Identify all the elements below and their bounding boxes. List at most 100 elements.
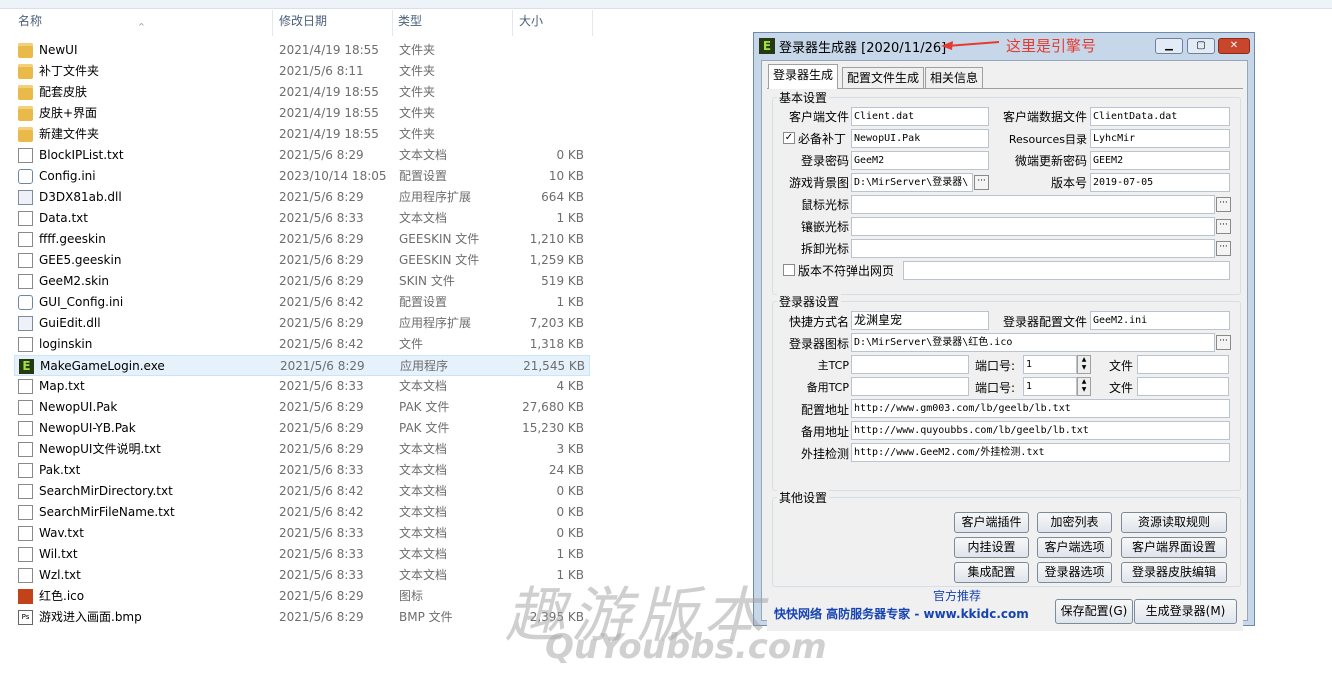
background-input[interactable]: D:\MirServer\登录器\ [851,173,973,192]
file-row[interactable]: Map.txt 2021/5/6 8:33 文本文档 4 KB [14,376,590,397]
integration-config-button[interactable]: 集成配置 [954,562,1029,583]
password-input[interactable]: GeeM2 [851,151,989,170]
save-config-button[interactable]: 保存配置(G) [1055,599,1133,624]
file-icon [18,274,33,289]
inlay-cursor-browse-button[interactable]: ··· [1216,219,1231,234]
file-type: PAK 文件 [399,421,450,435]
file-type: 应用程序扩展 [399,316,472,330]
mouse-cursor-browse-button[interactable]: ··· [1216,197,1231,212]
minimize-button[interactable]: ▁ [1155,38,1183,54]
file-row[interactable]: GuiEdit.dll 2021/5/6 8:29 应用程序扩展 7,203 KB [14,313,590,334]
file-row[interactable]: GeeM2.skin 2021/5/6 8:29 SKIN 文件 519 KB [14,271,590,292]
launcher-icon-input[interactable]: D:\MirServer\登录器\红色.ico [851,333,1215,352]
file-row[interactable]: NewopUI.Pak 2021/5/6 8:29 PAK 文件 27,680 KB [14,397,590,418]
cheat-check-input[interactable]: http://www.GeeM2.com/外挂检测.txt [851,443,1230,462]
backup-url-input[interactable]: http://www.quyoubbs.com/lb/geelb/lb.txt [851,421,1230,440]
close-button[interactable]: ✕ [1218,38,1250,54]
file-row[interactable]: Wav.txt 2021/5/6 8:33 文本文档 0 KB [14,523,590,544]
tab-login-generator[interactable]: 登录器生成 [768,64,839,89]
launcher-icon-browse-button[interactable]: ··· [1216,335,1231,350]
backup-tcp-label: 备用TCP [806,381,849,394]
resource-rules-button[interactable]: 资源读取规则 [1121,512,1227,533]
file-row[interactable]: Ps 游戏进入画面.bmp 2021/5/6 8:29 BMP 文件 2,395 KB [14,607,590,628]
file-row[interactable]: GUI_Config.ini 2021/5/6 8:42 配置设置 1 KB [14,292,590,313]
client-options-button[interactable]: 客户端选项 [1037,537,1112,558]
column-header-name[interactable]: 名称 ^ [0,10,273,36]
file-row[interactable]: NewopUI-YB.Pak 2021/5/6 8:29 PAK 文件 15,230 … [14,418,590,439]
file-row[interactable]: 配套皮肤 2021/4/19 18:55 文件夹 [14,82,590,103]
remove-cursor-browse-button[interactable]: ··· [1216,241,1231,256]
tab-related-info[interactable]: 相关信息 [925,67,984,88]
file-row[interactable]: 补丁文件夹 2021/5/6 8:11 文件夹 [14,61,590,82]
client-plugin-button[interactable]: 客户端插件 [954,512,1029,533]
main-port-spinner[interactable]: ▲ ▼ [1077,355,1091,374]
file-row[interactable]: Data.txt 2021/5/6 8:33 文本文档 1 KB [14,208,590,229]
file-row[interactable]: 红色.ico 2021/5/6 8:29 图标 [14,586,590,607]
file-row[interactable]: 新建文件夹 2021/4/19 18:55 文件夹 [14,124,590,145]
version-input[interactable]: 2019-07-05 [1090,173,1230,192]
patch-input[interactable]: NewopUI.Pak [851,129,989,148]
file-row[interactable]: D3DX81ab.dll 2021/5/6 8:29 应用程序扩展 664 KB [14,187,590,208]
kkidc-ad-link[interactable]: 快快网络 高防服务器专家 - www.kkidc.com [774,605,1029,622]
column-header-date-label: 修改日期 [279,14,328,28]
file-row[interactable]: SearchMirFileName.txt 2021/5/6 8:42 文本文档 0 … [14,502,590,523]
config-url-input[interactable]: http://www.gm003.com/lb/geelb/lb.txt [851,399,1230,418]
folder-icon [18,85,33,100]
file-date: 2021/5/6 8:29 [279,400,364,414]
column-header-size[interactable]: 大小 [513,10,593,36]
file-row[interactable]: 皮肤+界面 2021/4/19 18:55 文件夹 [14,103,590,124]
file-row[interactable]: Pak.txt 2021/5/6 8:33 文本文档 24 KB [14,460,590,481]
column-header-date[interactable]: 修改日期 [273,10,393,36]
login-generator-panel: 基本设置 客户端文件 Client.dat 客户端数据文件 ClientData… [767,88,1243,631]
version-popup-checkbox[interactable] [783,264,795,276]
main-file-input[interactable] [1137,355,1229,374]
backup-file-input[interactable] [1137,377,1229,396]
backup-tcp-input[interactable] [851,377,969,396]
file-name: Wav.txt [39,526,84,540]
file-row[interactable]: loginskin 2021/5/6 8:42 文件 1,318 KB [14,334,590,355]
launcher-options-button[interactable]: 登录器选项 [1037,562,1112,583]
file-row[interactable]: ffff.geeskin 2021/5/6 8:29 GEESKIN 文件 1,210… [14,229,590,250]
resources-label: Resources目录 [1008,133,1087,146]
launcher-skin-edit-button[interactable]: 登录器皮肤编辑 [1121,562,1227,583]
resources-input[interactable]: LyhcMir [1090,129,1230,148]
version-popup-input[interactable] [903,261,1230,280]
tab-config-generator[interactable]: 配置文件生成 [842,67,925,88]
mouse-cursor-input[interactable] [851,195,1215,214]
client-ui-settings-button[interactable]: 客户端界面设置 [1121,537,1227,558]
file-row[interactable]: Wil.txt 2021/5/6 8:33 文本文档 1 KB [14,544,590,565]
encrypt-list-button[interactable]: 加密列表 [1037,512,1112,533]
file-date: 2021/5/6 8:33 [279,547,364,561]
generate-launcher-button[interactable]: 生成登录器(M) [1134,599,1237,624]
file-name: Pak.txt [39,463,81,477]
backup-port-input[interactable]: 1 [1023,377,1077,396]
inlay-cursor-input[interactable] [851,217,1215,236]
file-row[interactable]: Wzl.txt 2021/5/6 8:33 文本文档 1 KB [14,565,590,586]
config-file-input[interactable]: GeeM2.ini [1090,311,1230,330]
file-row[interactable]: GEE5.geeskin 2021/5/6 8:29 GEESKIN 文件 1,259… [14,250,590,271]
backup-port-spinner[interactable]: ▲ ▼ [1077,377,1091,396]
file-date: 2021/5/6 8:33 [279,526,364,540]
other-settings-label: 其他设置 [777,489,830,506]
remove-cursor-input[interactable] [851,239,1215,258]
main-port-input[interactable]: 1 [1023,355,1077,374]
file-row[interactable]: SearchMirDirectory.txt 2021/5/6 8:42 文本文档 0… [14,481,590,502]
client-data-input[interactable]: ClientData.dat [1090,107,1230,126]
file-date: 2021/5/6 8:11 [279,64,364,78]
main-tcp-input[interactable] [851,355,969,374]
file-name: Config.ini [39,169,96,183]
file-type: 文本文档 [399,463,448,477]
shortcut-input[interactable]: 龙渊皇宠 [851,311,989,330]
maximize-button[interactable]: ▢ [1187,38,1215,54]
file-row[interactable]: E MakeGameLogin.exe 2021/5/6 8:29 应用程序 21,54… [14,355,590,376]
inline-settings-button[interactable]: 内挂设置 [954,537,1029,558]
file-row[interactable]: NewUI 2021/4/19 18:55 文件夹 [14,40,590,61]
patch-checkbox[interactable]: ✓ [783,132,795,144]
column-header-type[interactable]: 类型 [393,10,513,36]
file-row[interactable]: Config.ini 2023/10/14 18:05 配置设置 10 KB [14,166,590,187]
file-row[interactable]: BlockIPList.txt 2021/5/6 8:29 文本文档 0 KB [14,145,590,166]
client-file-input[interactable]: Client.dat [851,107,989,126]
background-browse-button[interactable]: ··· [974,175,989,190]
update-password-input[interactable]: GEEM2 [1090,151,1230,170]
file-row[interactable]: NewopUI文件说明.txt 2021/5/6 8:29 文本文档 3 KB [14,439,590,460]
